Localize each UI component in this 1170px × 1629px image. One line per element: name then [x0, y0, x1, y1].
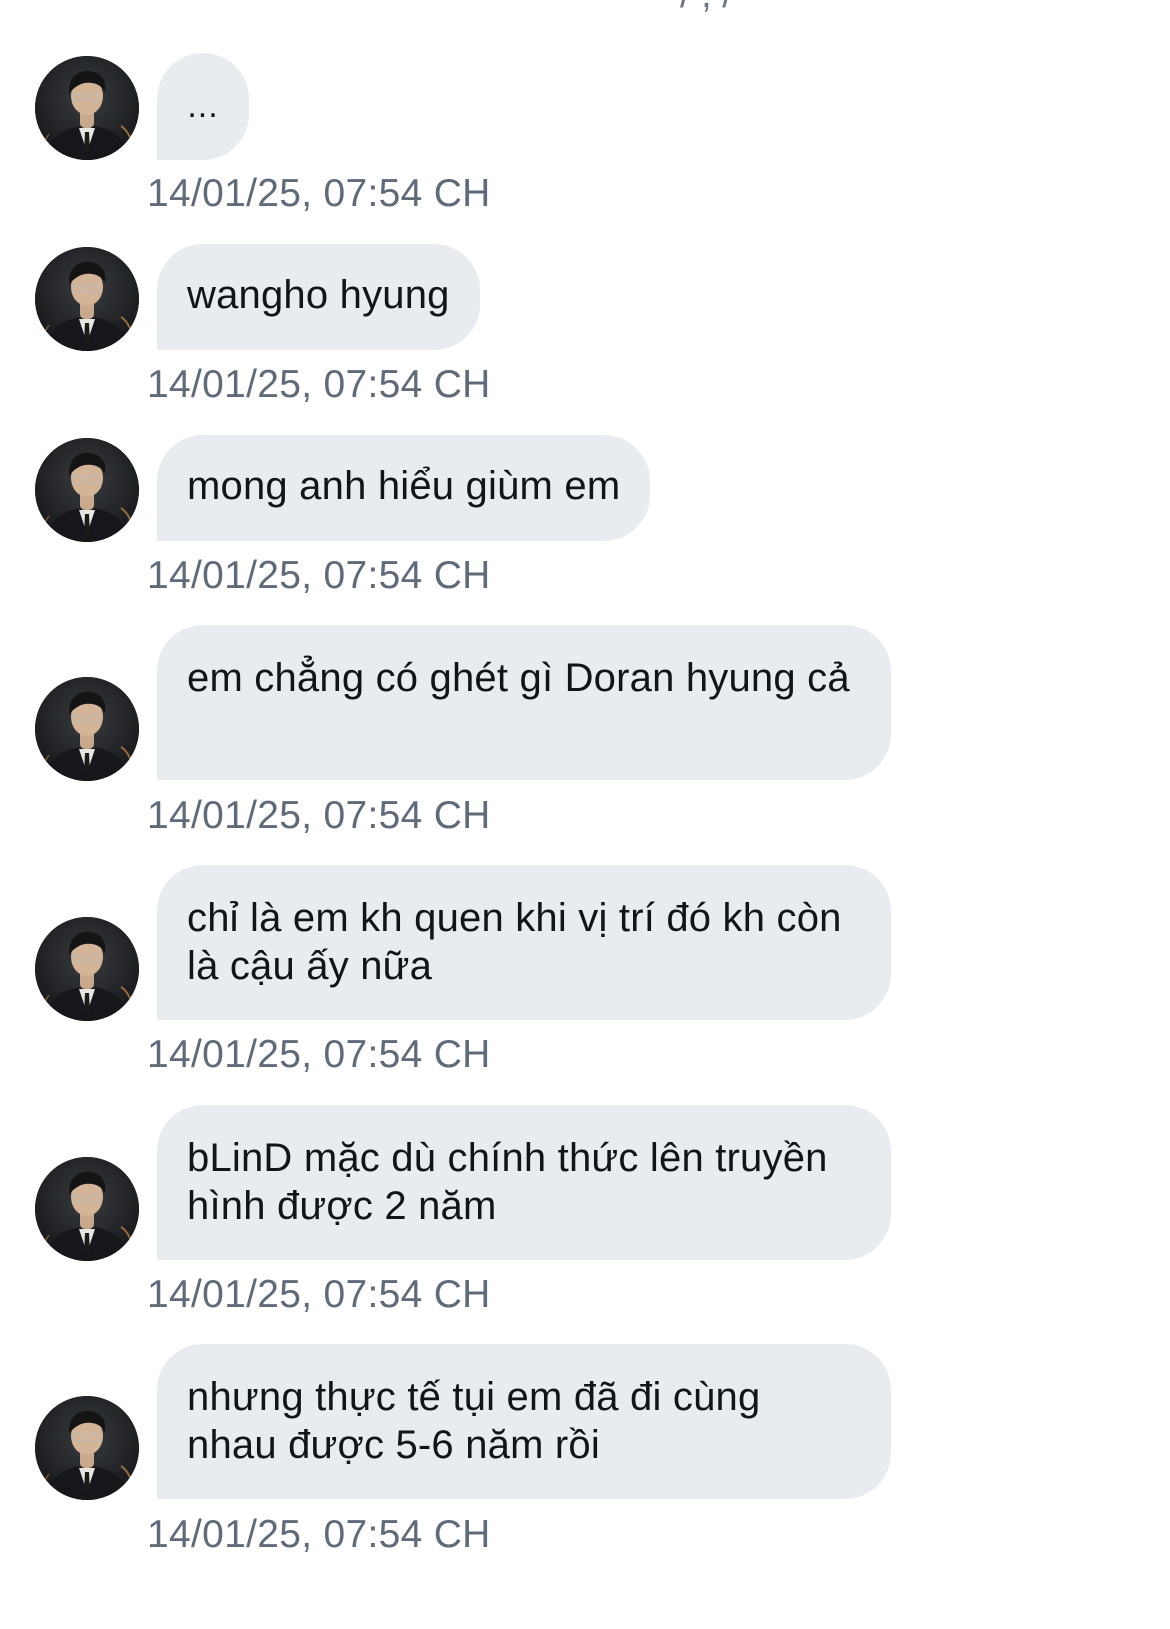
- user-avatar-icon: [35, 56, 139, 160]
- message-timestamp: 14/01/25, 07:54 CH: [147, 1513, 491, 1556]
- user-avatar-icon: [35, 1396, 139, 1500]
- message-timestamp: 14/01/25, 07:54 CH: [147, 363, 491, 406]
- sender-avatar[interactable]: [35, 1396, 139, 1500]
- message-bubble[interactable]: bLinD mặc dù chính thức lên truyền hình …: [157, 1105, 891, 1260]
- user-avatar-icon: [35, 1157, 139, 1261]
- message-bubble[interactable]: em chẳng có ghét gì Doran hyung cả: [157, 625, 891, 780]
- sender-avatar[interactable]: [35, 56, 139, 160]
- user-avatar-icon: [35, 247, 139, 351]
- user-avatar-icon: [35, 438, 139, 542]
- message-bubble[interactable]: chỉ là em kh quen khi vị trí đó kh còn l…: [157, 865, 891, 1020]
- message-bubble[interactable]: mong anh hiểu giùm em: [157, 435, 651, 541]
- message-timestamp: 14/01/25, 07:54 CH: [147, 172, 491, 215]
- message-timestamp: 14/01/25, 07:54 CH: [147, 554, 491, 597]
- previous-timestamp-partial: / , /: [680, 0, 733, 17]
- user-avatar-icon: [35, 677, 139, 781]
- message-bubble[interactable]: wangho hyung: [157, 244, 480, 350]
- sender-avatar[interactable]: [35, 917, 139, 1021]
- message-timestamp: 14/01/25, 07:54 CH: [147, 794, 491, 837]
- message-bubble[interactable]: ...: [157, 53, 249, 160]
- user-avatar-icon: [35, 917, 139, 1021]
- message-bubble[interactable]: nhưng thực tế tụi em đã đi cùng nhau đượ…: [157, 1344, 891, 1499]
- message-timestamp: 14/01/25, 07:54 CH: [147, 1273, 491, 1316]
- sender-avatar[interactable]: [35, 677, 139, 781]
- message-timestamp: 14/01/25, 07:54 CH: [147, 1033, 491, 1076]
- sender-avatar[interactable]: [35, 438, 139, 542]
- sender-avatar[interactable]: [35, 247, 139, 351]
- sender-avatar[interactable]: [35, 1157, 139, 1261]
